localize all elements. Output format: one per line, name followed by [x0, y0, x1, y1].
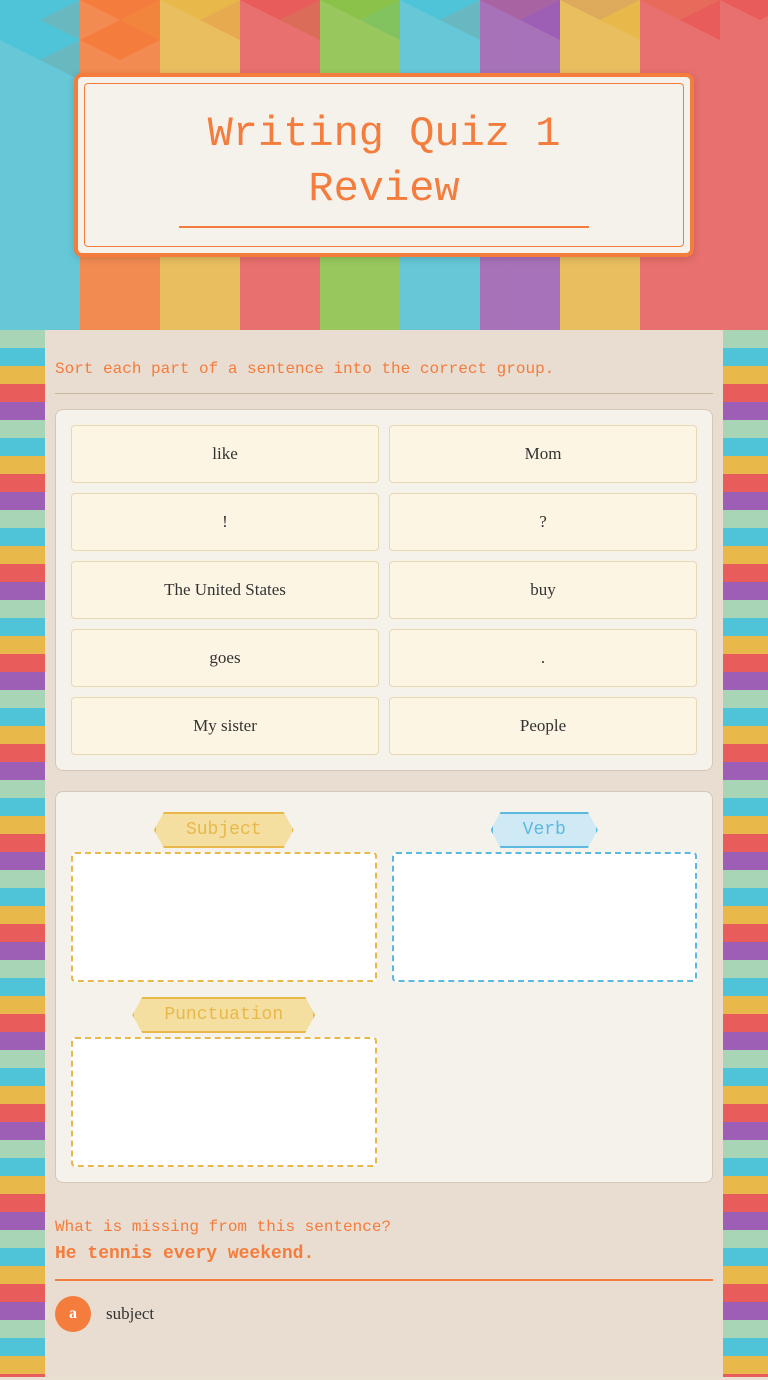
main-content: Sort each part of a sentence into the co…	[0, 330, 768, 1377]
sort-card-united-states[interactable]: The United States	[71, 561, 379, 619]
sort-card-question[interactable]: ?	[389, 493, 697, 551]
subject-drop-box[interactable]	[71, 852, 377, 982]
punctuation-zone-container: Punctuation	[71, 997, 377, 1167]
subject-verb-row: Subject Verb	[71, 812, 697, 982]
instruction-divider	[55, 393, 713, 394]
header-section: Writing Quiz 1 Review	[0, 0, 768, 330]
page-wrapper: Writing Quiz 1 Review Sort each part of …	[0, 0, 768, 1377]
sort-card-my-sister[interactable]: My sister	[71, 697, 379, 755]
title-box: Writing Quiz 1 Review	[74, 73, 694, 257]
question-section: What is missing from this sentence? He t…	[55, 1203, 713, 1347]
left-side-decoration	[0, 330, 45, 1377]
right-side-decoration	[723, 330, 768, 1377]
page-title: Writing Quiz 1 Review	[128, 107, 640, 216]
punctuation-row: Punctuation	[71, 997, 697, 1167]
sort-grid: like Mom ! ? The United States buy goes …	[55, 409, 713, 771]
subject-label: Subject	[154, 812, 294, 848]
verb-ribbon-label: Verb	[392, 812, 698, 848]
verb-label: Verb	[491, 812, 598, 848]
subject-ribbon-label: Subject	[71, 812, 377, 848]
verb-zone-container: Verb	[392, 812, 698, 982]
question-label: What is missing from this sentence?	[55, 1218, 713, 1236]
punctuation-drop-box[interactable]	[71, 1037, 377, 1167]
punctuation-ribbon-label: Punctuation	[71, 997, 377, 1033]
sentence-text: He tennis every weekend.	[55, 1244, 713, 1264]
title-underline	[179, 226, 589, 228]
answer-option-a[interactable]: a subject	[55, 1296, 713, 1332]
sort-card-mom[interactable]: Mom	[389, 425, 697, 483]
sort-card-buy[interactable]: buy	[389, 561, 697, 619]
drop-zones: Subject Verb Punctuation	[55, 791, 713, 1183]
sort-card-goes[interactable]: goes	[71, 629, 379, 687]
subject-zone-container: Subject	[71, 812, 377, 982]
sort-card-people[interactable]: People	[389, 697, 697, 755]
question-divider	[55, 1279, 713, 1281]
sort-card-period[interactable]: .	[389, 629, 697, 687]
instruction-text: Sort each part of a sentence into the co…	[55, 360, 713, 378]
sort-card-like[interactable]: like	[71, 425, 379, 483]
sort-card-exclamation[interactable]: !	[71, 493, 379, 551]
option-a-bubble: a	[55, 1296, 91, 1332]
punctuation-label: Punctuation	[132, 997, 315, 1033]
empty-right	[392, 997, 698, 1167]
verb-drop-box[interactable]	[392, 852, 698, 982]
option-a-text: subject	[106, 1304, 154, 1324]
